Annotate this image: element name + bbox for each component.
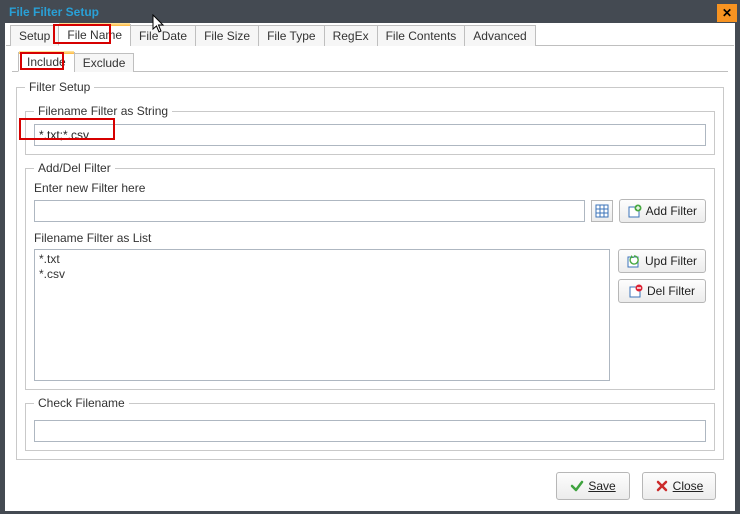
save-label: Save <box>588 479 615 493</box>
check-filename-group: Check Filename <box>25 396 715 451</box>
close-icon: ✕ <box>722 6 732 20</box>
close-button[interactable]: Close <box>642 472 716 500</box>
upd-filter-button[interactable]: Upd Filter <box>618 249 706 273</box>
check-filename-legend: Check Filename <box>34 396 129 410</box>
table-icon <box>595 204 609 218</box>
main-tabstrip: Setup File Name File Date File Size File… <box>6 24 734 46</box>
add-filter-button[interactable]: Add Filter <box>619 199 706 223</box>
tab-file-date[interactable]: File Date <box>130 25 196 46</box>
check-filename-input[interactable] <box>34 420 706 442</box>
filter-listbox[interactable]: *.txt *.csv <box>34 249 610 381</box>
filename-string-input[interactable] <box>34 124 706 146</box>
del-filter-button[interactable]: Del Filter <box>618 279 706 303</box>
del-filter-label: Del Filter <box>647 284 695 298</box>
sub-tabstrip: Include Exclude <box>12 52 728 72</box>
filename-string-group: Filename Filter as String <box>25 104 715 155</box>
filename-string-legend: Filename Filter as String <box>34 104 172 118</box>
dialog-buttons: Save Close <box>556 472 716 500</box>
tab-file-name[interactable]: File Name <box>58 24 131 46</box>
refresh-icon <box>627 254 641 268</box>
filter-list-legend: Filename Filter as List <box>34 231 706 245</box>
upd-filter-label: Upd Filter <box>645 254 697 268</box>
add-icon <box>628 204 642 218</box>
pick-filter-button[interactable] <box>591 200 613 222</box>
tab-advanced[interactable]: Advanced <box>464 25 535 46</box>
filter-setup-group: Filter Setup Filename Filter as String A… <box>16 80 724 460</box>
delete-icon <box>629 284 643 298</box>
enter-filter-label: Enter new Filter here <box>34 181 706 195</box>
tab-file-type[interactable]: File Type <box>258 25 324 46</box>
tab-regex[interactable]: RegEx <box>324 25 378 46</box>
tab-setup[interactable]: Setup <box>10 25 59 46</box>
titlebar: File Filter Setup ✕ <box>1 1 739 23</box>
check-icon <box>570 479 584 493</box>
new-filter-input[interactable] <box>34 200 585 222</box>
filter-setup-legend: Filter Setup <box>25 80 94 94</box>
save-button[interactable]: Save <box>556 472 630 500</box>
client-area: Setup File Name File Date File Size File… <box>5 23 735 511</box>
subtab-include[interactable]: Include <box>18 52 75 72</box>
close-label: Close <box>673 479 704 493</box>
add-filter-label: Add Filter <box>646 204 697 218</box>
window-title: File Filter Setup <box>9 5 99 19</box>
tab-file-size[interactable]: File Size <box>195 25 259 46</box>
add-del-group: Add/Del Filter Enter new Filter here <box>25 161 715 390</box>
subtab-exclude[interactable]: Exclude <box>74 53 135 72</box>
window-frame: File Filter Setup ✕ Setup File Name File… <box>0 0 740 514</box>
x-icon <box>655 479 669 493</box>
add-del-legend: Add/Del Filter <box>34 161 115 175</box>
window-close-button[interactable]: ✕ <box>717 4 737 22</box>
panel-area: Filter Setup Filename Filter as String A… <box>6 80 734 470</box>
tab-file-contents[interactable]: File Contents <box>377 25 466 46</box>
